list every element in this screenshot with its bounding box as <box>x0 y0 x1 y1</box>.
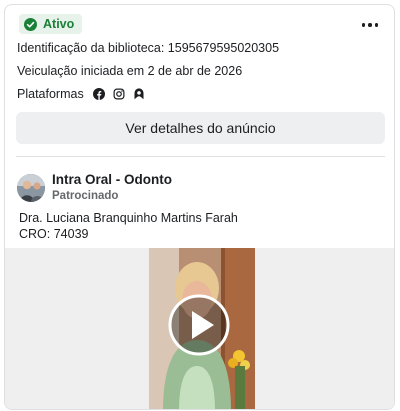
status-label: Ativo <box>43 17 75 31</box>
ad-body-line: CRO: 74039 <box>19 226 89 241</box>
check-circle-icon <box>24 17 37 31</box>
ad-body-line: Dra. Luciana Branquinho Martins Farah <box>19 211 238 225</box>
ad-body-text: Dra. Luciana Branquinho Martins Farah CR… <box>19 211 238 242</box>
view-ad-details-button[interactable]: Ver detalhes do anúncio <box>16 112 385 144</box>
advertiser-name[interactable]: Intra Oral - Odonto <box>52 172 172 187</box>
more-horizontal-icon <box>361 23 366 27</box>
start-date: Veiculação iniciada em 2 de abr de 2026 <box>17 64 243 78</box>
audience-network-icon <box>134 88 144 100</box>
facebook-icon <box>92 88 105 100</box>
more-options-button[interactable] <box>358 15 382 35</box>
divider <box>16 156 385 157</box>
platforms-row: Plataformas <box>17 87 145 101</box>
sponsored-label: Patrocinado <box>52 190 119 202</box>
platforms-label: Plataformas <box>17 87 84 101</box>
ad-card: Ativo Identificação da biblioteca: 15956… <box>4 4 395 410</box>
avatar[interactable] <box>17 174 45 202</box>
library-id: Identificação da biblioteca: 15956795950… <box>17 41 280 55</box>
status-badge: Ativo <box>19 14 83 34</box>
instagram-icon <box>113 88 125 100</box>
play-icon[interactable] <box>168 294 230 356</box>
